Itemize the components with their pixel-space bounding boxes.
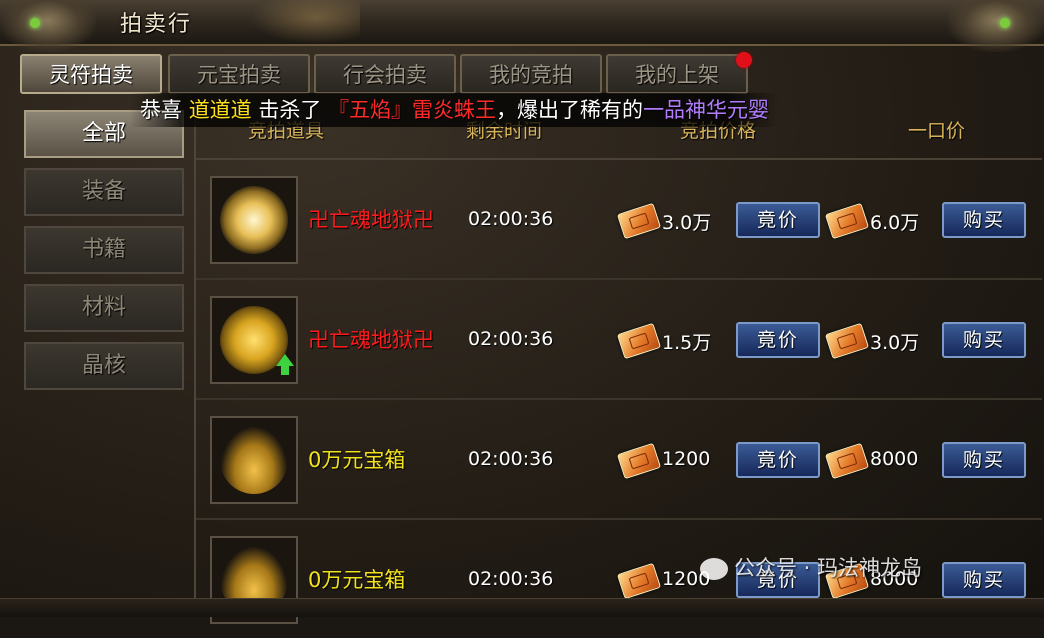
item-slot[interactable] <box>210 176 298 264</box>
title-swirl-ornament-icon <box>250 0 360 44</box>
sidebar-item-equipment[interactable]: 装备 <box>24 168 184 216</box>
watermark-text: 公众号 · 玛法神龙岛 <box>734 556 923 580</box>
tab-my-listings-label: 我的上架 <box>635 63 719 87</box>
item-name: 0万元宝箱 <box>308 568 406 592</box>
dragon-eye-icon <box>1000 18 1010 28</box>
talisman-currency-icon <box>824 322 870 360</box>
buyout-price: 6.0万 <box>870 212 920 234</box>
talisman-currency-icon <box>616 202 662 240</box>
golden-flower-icon <box>220 186 288 254</box>
buyout-price: 8000 <box>870 448 919 470</box>
item-name: 卍亡魂地狱卍 <box>308 208 434 232</box>
bid-button[interactable]: 竟价 <box>736 322 820 358</box>
broadcast-prefix: 恭喜 <box>140 98 182 122</box>
talisman-currency-icon <box>616 562 662 600</box>
sidebar-item-books[interactable]: 书籍 <box>24 226 184 274</box>
column-header-buyout: 一口价 <box>908 120 966 142</box>
sidebar-item-crystal-cores[interactable]: 晶核 <box>24 342 184 390</box>
title-bar: 拍卖行 <box>0 0 1044 52</box>
treasure-chest-icon <box>220 426 288 494</box>
system-broadcast: 恭喜 道道道 击杀了 『五焰』雷炎蛛王，爆出了稀有的一品神华元婴 <box>130 93 780 127</box>
remaining-time: 02:00:36 <box>468 568 554 590</box>
upgrade-arrow-icon <box>276 354 294 375</box>
remaining-time: 02:00:36 <box>468 328 554 350</box>
dragon-ornament-right-icon <box>948 0 1044 52</box>
notification-dot-icon <box>736 52 752 68</box>
buyout-price: 3.0万 <box>870 332 920 354</box>
tab-guild-auction[interactable]: 行会拍卖 <box>314 54 456 94</box>
bid-price: 3.0万 <box>662 212 712 234</box>
buy-button[interactable]: 购买 <box>942 562 1026 598</box>
watermark: 公众号 · 玛法神龙岛 <box>700 552 922 582</box>
talisman-currency-icon <box>616 322 662 360</box>
auction-list: 竞拍道具 剩余时间 竞拍价格 一口价 卍亡魂地狱卍 02:00:36 3.0万 … <box>194 100 1042 624</box>
remaining-time: 02:00:36 <box>468 208 554 230</box>
remaining-time: 02:00:36 <box>468 448 554 470</box>
bid-button[interactable]: 竟价 <box>736 202 820 238</box>
table-row: 0万元宝箱 02:00:36 1200 竟价 8000 购买 <box>196 400 1042 520</box>
table-row: 卍亡魂地狱卍 02:00:36 3.0万 竟价 6.0万 购买 <box>196 160 1042 280</box>
talisman-currency-icon <box>824 202 870 240</box>
bid-button[interactable]: 竟价 <box>736 442 820 478</box>
table-row: 卍亡魂地狱卍 02:00:36 1.5万 竟价 3.0万 购买 <box>196 280 1042 400</box>
broadcast-boss: 『五焰』雷炎蛛王 <box>328 98 497 122</box>
item-slot[interactable] <box>210 416 298 504</box>
window-title: 拍卖行 <box>120 12 193 37</box>
item-name: 0万元宝箱 <box>308 448 406 472</box>
broadcast-middle: ，爆出了稀有的 <box>496 98 644 122</box>
buy-button[interactable]: 购买 <box>942 202 1026 238</box>
broadcast-verb: 击杀了 <box>258 98 322 122</box>
bid-price: 1200 <box>662 448 711 470</box>
tab-ingot-auction[interactable]: 元宝拍卖 <box>168 54 310 94</box>
broadcast-item: 一品神华元婴 <box>643 98 770 122</box>
dragon-eye-icon <box>30 18 40 28</box>
tab-my-bids[interactable]: 我的竞拍 <box>460 54 602 94</box>
item-name: 卍亡魂地狱卍 <box>308 328 434 352</box>
talisman-currency-icon <box>616 442 662 480</box>
item-slot[interactable] <box>210 296 298 384</box>
tab-talisman-auction[interactable]: 灵符拍卖 <box>20 54 162 94</box>
bid-price: 1.5万 <box>662 332 712 354</box>
talisman-currency-icon <box>824 442 870 480</box>
auction-window: 拍卖行 灵符拍卖 元宝拍卖 行会拍卖 我的竞拍 我的上架 恭喜 道道道 击杀了 … <box>0 0 1044 624</box>
dragon-ornament-left-icon <box>0 0 96 52</box>
buy-button[interactable]: 购买 <box>942 322 1026 358</box>
buy-button[interactable]: 购买 <box>942 442 1026 478</box>
bottom-frame <box>0 598 1044 617</box>
sidebar-item-materials[interactable]: 材料 <box>24 284 184 332</box>
tab-my-listings[interactable]: 我的上架 <box>606 52 752 94</box>
wechat-icon <box>700 558 728 580</box>
broadcast-player: 道道道 <box>188 98 252 122</box>
